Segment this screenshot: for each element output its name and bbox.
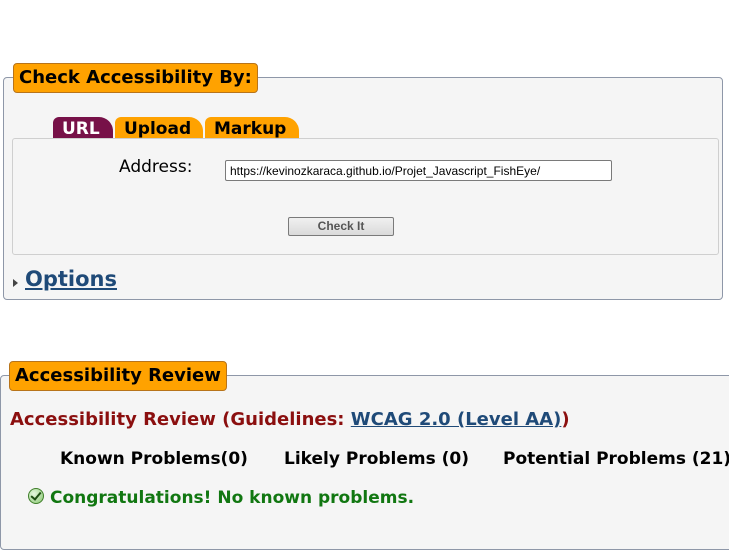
- tab-known-problems[interactable]: Known Problems(0): [50, 448, 272, 470]
- review-heading-prefix: Accessibility Review (Guidelines:: [10, 409, 351, 430]
- review-heading-suffix: ): [561, 409, 570, 430]
- expand-arrow-icon[interactable]: [13, 279, 18, 287]
- success-message-text: Congratulations! No known problems.: [50, 488, 415, 508]
- page: Check Accessibility By: URL Upload Marku…: [0, 0, 729, 560]
- review-heading: Accessibility Review (Guidelines: WCAG 2…: [10, 409, 570, 430]
- check-accessibility-legend: Check Accessibility By:: [13, 63, 258, 93]
- address-input[interactable]: [225, 160, 612, 181]
- options-link[interactable]: Options: [25, 267, 117, 291]
- accessibility-review-legend: Accessibility Review: [9, 361, 227, 391]
- check-it-button[interactable]: Check It: [288, 217, 394, 236]
- tab-likely-problems[interactable]: Likely Problems (0): [274, 448, 491, 470]
- check-mark-icon: [28, 488, 44, 504]
- success-message: Congratulations! No known problems.: [28, 488, 414, 508]
- url-input-panel: [12, 138, 719, 255]
- tab-potential-problems[interactable]: Potential Problems (21): [493, 448, 729, 470]
- address-label: Address:: [119, 157, 193, 177]
- guideline-link[interactable]: WCAG 2.0 (Level AA): [351, 409, 562, 430]
